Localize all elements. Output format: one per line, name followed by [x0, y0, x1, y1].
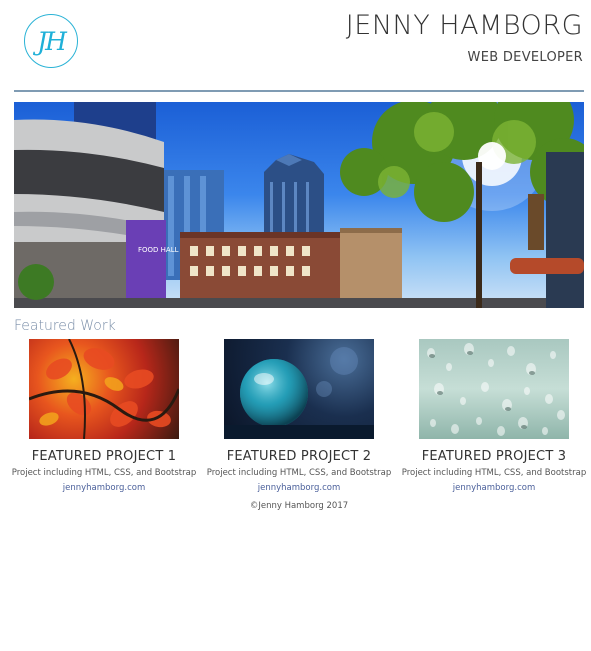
- site-owner-role: WEB DEVELOPER: [467, 50, 583, 65]
- site-owner-name: JENNY HAMBORG: [345, 10, 583, 41]
- logo-monogram: JH: [37, 26, 67, 56]
- tan-building: [340, 228, 402, 308]
- project-description: Project including HTML, CSS, and Bootstr…: [401, 468, 587, 478]
- header-divider: [14, 90, 584, 92]
- featured-project-card: FEATURED PROJECT 2 Project including HTM…: [201, 339, 397, 493]
- project-description: Project including HTML, CSS, and Bootstr…: [206, 468, 392, 478]
- nicollet-sign: [528, 194, 544, 250]
- street: [14, 298, 584, 308]
- portfolio-page: JH JENNY HAMBORG WEB DEVELOPER FOOD HALL…: [0, 0, 591, 651]
- project-thumbnail-glass-orb[interactable]: [224, 339, 374, 439]
- project-link[interactable]: jennyhamborg.com: [6, 483, 202, 493]
- logo[interactable]: JH: [24, 14, 78, 68]
- food-hall-sign: [126, 220, 166, 308]
- featured-project-card: FEATURED PROJECT 1 Project including HTM…: [6, 339, 202, 493]
- project-description: Project including HTML, CSS, and Bootstr…: [11, 468, 197, 478]
- project-title: FEATURED PROJECT 3: [421, 449, 567, 464]
- tree-trunk: [476, 162, 482, 308]
- project-title: FEATURED PROJECT 1: [31, 449, 177, 464]
- copyright-notice: ©Jenny Hamborg 2017: [249, 501, 349, 511]
- featured-work-heading: Featured Work: [14, 318, 116, 334]
- small-tree: [18, 264, 54, 300]
- hero-image: FOOD HALL: [14, 102, 584, 308]
- right-building: [546, 152, 584, 308]
- project-link[interactable]: jennyhamborg.com: [396, 483, 591, 493]
- project-link[interactable]: jennyhamborg.com: [201, 483, 397, 493]
- svg-text:FOOD HALL: FOOD HALL: [138, 246, 179, 254]
- project-thumbnail-raindrops[interactable]: [419, 339, 569, 439]
- project-title: FEATURED PROJECT 2: [226, 449, 372, 464]
- city-skyline-illustration: FOOD HALL: [14, 102, 584, 308]
- project-thumbnail-autumn-leaves[interactable]: [29, 339, 179, 439]
- featured-project-card: FEATURED PROJECT 3 Project including HTM…: [396, 339, 591, 493]
